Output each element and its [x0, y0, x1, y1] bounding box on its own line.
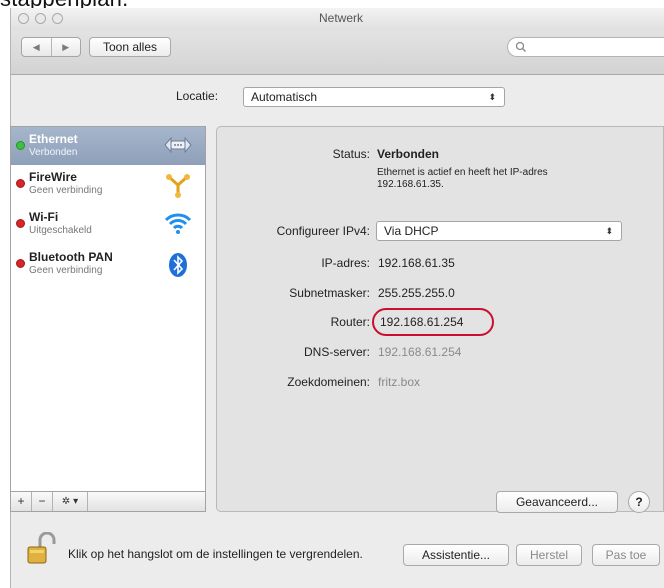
- forward-button[interactable]: ▶: [50, 38, 81, 56]
- window-controls: [18, 13, 63, 24]
- service-status: Geen verbinding: [29, 265, 103, 276]
- add-service-button[interactable]: +: [11, 492, 32, 511]
- service-name: Ethernet: [29, 132, 78, 146]
- zoom-window-button[interactable]: [52, 13, 63, 24]
- service-list: Ethernet Verbonden FireWire Geen verbind…: [10, 126, 206, 512]
- close-window-button[interactable]: [18, 13, 29, 24]
- status-description-line1: Ethernet is actief en heeft het IP-adres: [377, 167, 548, 178]
- status-dot-red-icon: [16, 259, 25, 268]
- minimize-window-button[interactable]: [35, 13, 46, 24]
- service-status: Uitgeschakeld: [29, 225, 92, 236]
- status-dot-green-icon: [16, 141, 25, 150]
- service-item-firewire[interactable]: FireWire Geen verbinding: [11, 165, 205, 205]
- subnet-mask-label: Subnetmasker:: [289, 286, 370, 300]
- location-value: Automatisch: [251, 90, 318, 104]
- search-domains-value: fritz.box: [378, 375, 421, 389]
- router-highlight-ring: [372, 308, 494, 336]
- service-list-toolbar: + − ✲ ▾: [10, 491, 206, 512]
- configure-ipv4-select[interactable]: Via DHCP ⬍: [376, 221, 622, 241]
- location-label: Locatie:: [176, 89, 219, 103]
- status-dot-red-icon: [16, 219, 25, 228]
- router-label: Router:: [330, 315, 370, 329]
- toolbar: ◀ ▶ Toon alles: [11, 30, 664, 75]
- updown-arrows-icon: ⬍: [605, 226, 613, 236]
- lock-hint-text: Klik op het hangslot om de instellingen …: [68, 547, 363, 561]
- advanced-button[interactable]: Geavanceerd...: [496, 491, 618, 513]
- gear-menu-button[interactable]: ✲ ▾: [53, 492, 88, 511]
- service-status: Geen verbinding: [29, 185, 103, 196]
- configure-ipv4-label: Configureer IPv4:: [276, 224, 370, 238]
- search-domains-label: Zoekdomeinen:: [287, 375, 370, 389]
- subnet-mask-value: 255.255.255.0: [378, 286, 455, 300]
- status-dot-red-icon: [16, 179, 25, 188]
- service-status: Verbonden: [29, 147, 78, 158]
- service-item-wifi[interactable]: Wi-Fi Uitgeschakeld: [11, 205, 205, 245]
- title-bar: Netwerk: [11, 8, 664, 30]
- service-name: FireWire: [29, 170, 77, 184]
- wifi-icon: [164, 213, 192, 234]
- show-all-button[interactable]: Toon alles: [89, 37, 171, 57]
- lock-icon[interactable]: [26, 532, 56, 566]
- navigation-segment: ◀ ▶: [21, 37, 81, 57]
- revert-button[interactable]: Herstel: [516, 544, 582, 566]
- help-button[interactable]: ?: [628, 491, 650, 513]
- service-name: Bluetooth PAN: [29, 250, 113, 264]
- updown-arrows-icon: ⬍: [488, 92, 496, 102]
- configure-ipv4-value: Via DHCP: [384, 224, 439, 238]
- service-item-bluetooth-pan[interactable]: Bluetooth PAN Geen verbinding: [11, 245, 205, 285]
- ip-address-value: 192.168.61.35: [378, 256, 455, 270]
- assistant-button[interactable]: Assistentie...: [403, 544, 509, 566]
- apply-button[interactable]: Pas toe: [592, 544, 660, 566]
- service-item-ethernet[interactable]: Ethernet Verbonden: [11, 127, 205, 165]
- window-title: Netwerk: [318, 11, 363, 25]
- dns-server-value: 192.168.61.254: [378, 345, 462, 359]
- search-icon: [515, 41, 526, 52]
- remove-service-button[interactable]: −: [32, 492, 53, 511]
- ethernet-icon: [164, 136, 192, 154]
- location-select[interactable]: Automatisch ⬍: [243, 87, 505, 107]
- service-name: Wi-Fi: [29, 210, 59, 224]
- search-field[interactable]: [507, 37, 664, 57]
- bluetooth-icon: [169, 253, 187, 277]
- firewire-icon: [166, 174, 190, 198]
- ip-address-label: IP-adres:: [321, 256, 370, 270]
- status-value: Verbonden: [377, 147, 440, 161]
- status-label: Status:: [332, 147, 370, 161]
- dns-server-label: DNS-server:: [303, 345, 370, 359]
- back-button[interactable]: ◀: [22, 38, 51, 56]
- status-description-line2: 192.168.61.35.: [377, 179, 444, 190]
